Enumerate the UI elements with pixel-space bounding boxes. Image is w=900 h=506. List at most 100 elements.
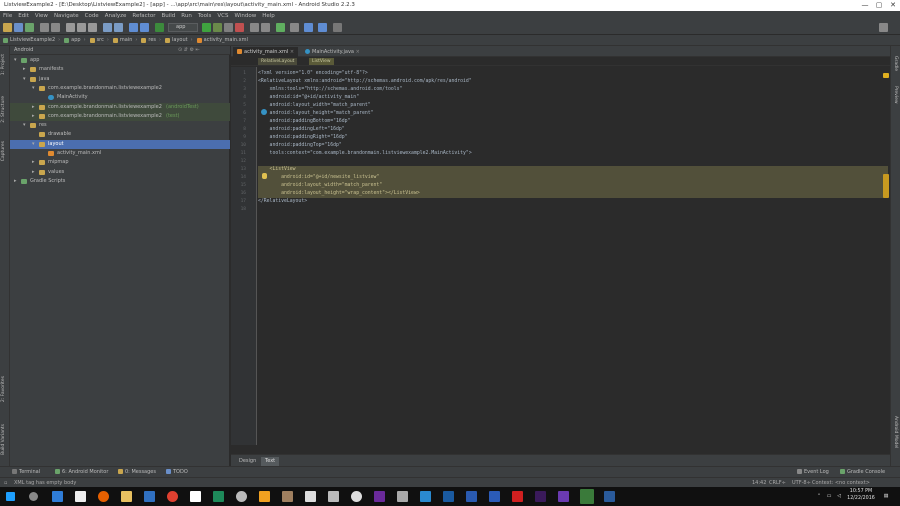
minimize-button[interactable]: — — [858, 0, 872, 11]
premiere-icon[interactable] — [374, 491, 385, 502]
intention-bulb-icon[interactable] — [262, 173, 267, 179]
close-tab-icon[interactable]: × — [354, 49, 360, 55]
steam-icon[interactable] — [144, 491, 155, 502]
tree-item[interactable]: ▸ com.example.brandonmain.listviewexample… — [10, 111, 230, 121]
expanded-arrow-icon[interactable]: ▾ — [32, 84, 35, 93]
layout-inspector-icon[interactable] — [318, 23, 327, 32]
save-all-icon[interactable] — [14, 23, 23, 32]
breadcrumb-item[interactable]: app › — [64, 37, 86, 43]
xml-crumb-listview[interactable]: ListView — [309, 58, 334, 65]
editor-tab[interactable]: MainActivity.java × — [301, 47, 364, 57]
menu-navigate[interactable]: Navigate — [54, 11, 79, 21]
collapsed-arrow-icon[interactable]: ▸ — [32, 158, 35, 167]
android-monitor-tool-button[interactable]: 6: Android Monitor — [55, 468, 108, 477]
cut-icon[interactable] — [66, 23, 75, 32]
preview-tool-tab[interactable]: Preview — [893, 86, 898, 104]
tree-item[interactable]: ▸ manifests — [10, 65, 230, 74]
after-effects-icon[interactable] — [535, 491, 546, 502]
sdk-manager-icon[interactable] — [250, 23, 259, 32]
expanded-arrow-icon[interactable]: ▾ — [23, 75, 26, 84]
android-model-tool-tab[interactable]: Android Model — [893, 416, 898, 448]
xml-crumb-relativelayout[interactable]: RelativeLayout — [258, 58, 298, 65]
project-structure-icon[interactable] — [290, 23, 299, 32]
clock[interactable]: 10:57 PM 12/22/2016 — [844, 488, 878, 502]
breadcrumb-item[interactable]: ListviewExample2 › — [3, 37, 60, 43]
find-icon[interactable] — [103, 23, 112, 32]
class-link-icon[interactable] — [261, 109, 267, 115]
tray-chevron-icon[interactable]: ⌃ — [815, 493, 823, 500]
todo-tool-button[interactable]: TODO — [166, 468, 188, 477]
event-log-tool-button[interactable]: Event Log — [797, 468, 829, 477]
text-tab[interactable]: Text — [261, 457, 280, 466]
tree-item[interactable]: ▸ mipmap — [10, 158, 230, 167]
build-variants-tool-tab[interactable]: Build Variants — [1, 424, 6, 455]
error-stripe-marker[interactable] — [883, 73, 889, 78]
terminal-tool-button[interactable]: Terminal — [12, 468, 40, 477]
edge-browser-icon[interactable] — [52, 491, 63, 502]
tree-item[interactable]: ▾ java — [10, 75, 230, 84]
gradle-tool-tab[interactable]: Gradle — [893, 56, 898, 71]
cortana-app-icon[interactable] — [351, 491, 362, 502]
close-button[interactable]: ✕ — [886, 0, 900, 11]
scroll-from-source-icon[interactable]: ⊙ — [178, 47, 182, 53]
android-device-monitor-icon[interactable] — [276, 23, 285, 32]
avd-manager-icon[interactable] — [261, 23, 270, 32]
android-studio-taskbar-icon[interactable] — [580, 489, 594, 504]
photoshop-icon[interactable] — [443, 491, 454, 502]
run-icon[interactable] — [202, 23, 211, 32]
sync-icon[interactable] — [25, 23, 34, 32]
help-icon[interactable] — [333, 23, 342, 32]
breadcrumb-item[interactable]: activity_main.xml — [196, 37, 248, 43]
expanded-arrow-icon[interactable]: ▾ — [32, 140, 35, 149]
stop-icon[interactable] — [235, 23, 244, 32]
menu-view[interactable]: View — [35, 11, 48, 21]
undo-icon[interactable] — [40, 23, 49, 32]
expanded-arrow-icon[interactable]: ▾ — [23, 121, 26, 130]
debug-icon[interactable] — [213, 23, 222, 32]
collapsed-arrow-icon[interactable]: ▸ — [23, 65, 26, 74]
breadcrumb-item[interactable]: layout › — [165, 37, 193, 43]
vlc-icon[interactable] — [259, 491, 270, 502]
menu-run[interactable]: Run — [181, 11, 192, 21]
tree-item[interactable]: ▾ app — [10, 56, 230, 65]
task-view-icon[interactable] — [29, 492, 38, 501]
outlook-icon[interactable] — [466, 491, 477, 502]
attach-debugger-icon[interactable] — [224, 23, 233, 32]
disc-app-icon[interactable] — [236, 491, 247, 502]
collapse-all-icon[interactable]: ⇵ — [184, 47, 188, 53]
tree-item[interactable]: activity_main.xml — [10, 149, 230, 158]
tree-item[interactable]: ▸ Gradle Scripts — [10, 177, 230, 186]
volume-icon[interactable]: ◁ — [835, 493, 843, 500]
hide-panel-icon[interactable]: ⇤ — [196, 47, 200, 53]
visual-studio-icon[interactable] — [558, 491, 569, 502]
menu-file[interactable]: File — [3, 11, 12, 21]
menu-vcs[interactable]: VCS — [217, 11, 228, 21]
snipping-tool-icon[interactable] — [397, 491, 408, 502]
tree-item[interactable]: ▾ res — [10, 121, 230, 130]
menu-window[interactable]: Window — [235, 11, 257, 21]
maximize-button[interactable]: ▢ — [872, 0, 886, 11]
menu-tools[interactable]: Tools — [198, 11, 212, 21]
menu-help[interactable]: Help — [262, 11, 275, 21]
menu-build[interactable]: Build — [161, 11, 175, 21]
menu-code[interactable]: Code — [85, 11, 99, 21]
acrobat-icon[interactable] — [512, 491, 523, 502]
firefox-icon[interactable] — [98, 491, 109, 502]
project-tool-tab[interactable]: 1: Project — [1, 54, 6, 75]
file-explorer-icon[interactable] — [121, 491, 132, 502]
paste-icon[interactable] — [88, 23, 97, 32]
warning-stripe-marker[interactable] — [883, 174, 889, 198]
make-project-icon[interactable] — [155, 23, 164, 32]
collapsed-arrow-icon[interactable]: ▸ — [32, 112, 35, 121]
tree-item[interactable]: MainActivity — [10, 93, 230, 102]
structure-tool-tab[interactable]: 2: Structure — [1, 96, 6, 123]
gradle-console-tool-button[interactable]: Gradle Console — [840, 468, 885, 477]
paint-icon[interactable] — [282, 491, 293, 502]
green-app-icon[interactable] — [213, 491, 224, 502]
blue-diamond-app-icon[interactable] — [420, 491, 431, 502]
windows-start-icon[interactable] — [6, 492, 15, 501]
tree-item[interactable]: drawable — [10, 130, 230, 139]
chrome-icon[interactable] — [167, 491, 178, 502]
forward-icon[interactable] — [140, 23, 149, 32]
breadcrumb-item[interactable]: main › — [112, 37, 137, 43]
